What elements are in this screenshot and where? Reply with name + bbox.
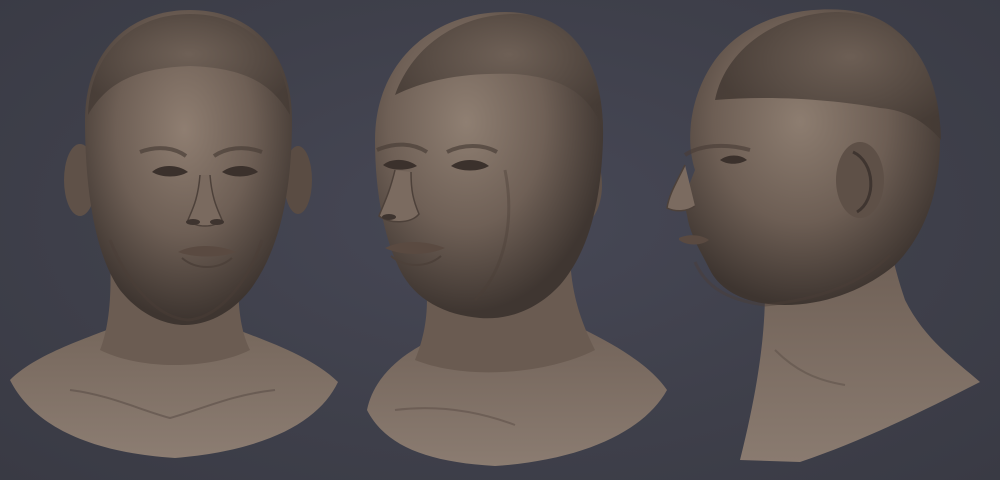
head-profile-render	[666, 9, 980, 462]
head-front-render	[10, 10, 338, 458]
head-front-view	[0, 0, 345, 480]
sculpt-viewport	[0, 0, 1000, 480]
ear	[836, 142, 884, 218]
head-three-quarter-view	[355, 0, 675, 480]
head-three-quarter-render	[367, 12, 667, 466]
head-profile-view	[665, 0, 1000, 480]
